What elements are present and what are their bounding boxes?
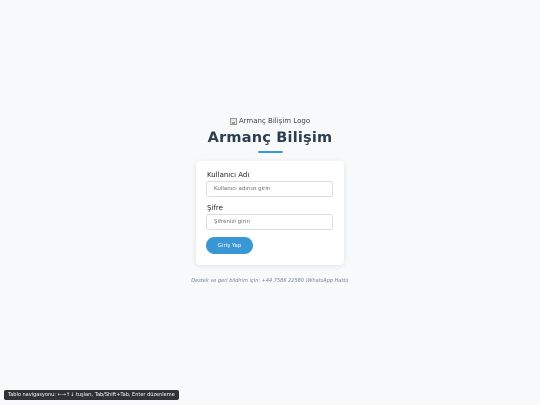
logo: Armanç Bilişim Logo: [0, 117, 540, 128]
logo-image: Armanç Bilişim Logo: [229, 117, 311, 126]
broken-image-icon: [229, 118, 237, 125]
page-title: Armanç Bilişim: [207, 130, 333, 146]
username-input[interactable]: [206, 181, 333, 197]
login-card: Kullanıcı Adı Şifre Giriş Yap: [196, 161, 344, 265]
logo-alt-text: Armanç Bilişim Logo: [238, 117, 311, 125]
title-underline: [258, 151, 283, 153]
login-button[interactable]: Giriş Yap: [206, 237, 253, 254]
username-label: Kullanıcı Adı: [207, 171, 250, 179]
password-label: Şifre: [207, 204, 223, 212]
table-navigation-hint: Tablo navigasyonu: ←→↑↓ tuşları, Tab/Shi…: [4, 390, 179, 400]
login-page: Armanç Bilişim Logo Armanç Bilişim Kulla…: [0, 0, 540, 405]
support-text: Destek ve geri bildirim için: +44 7586 2…: [191, 278, 349, 284]
password-input[interactable]: [206, 214, 333, 230]
